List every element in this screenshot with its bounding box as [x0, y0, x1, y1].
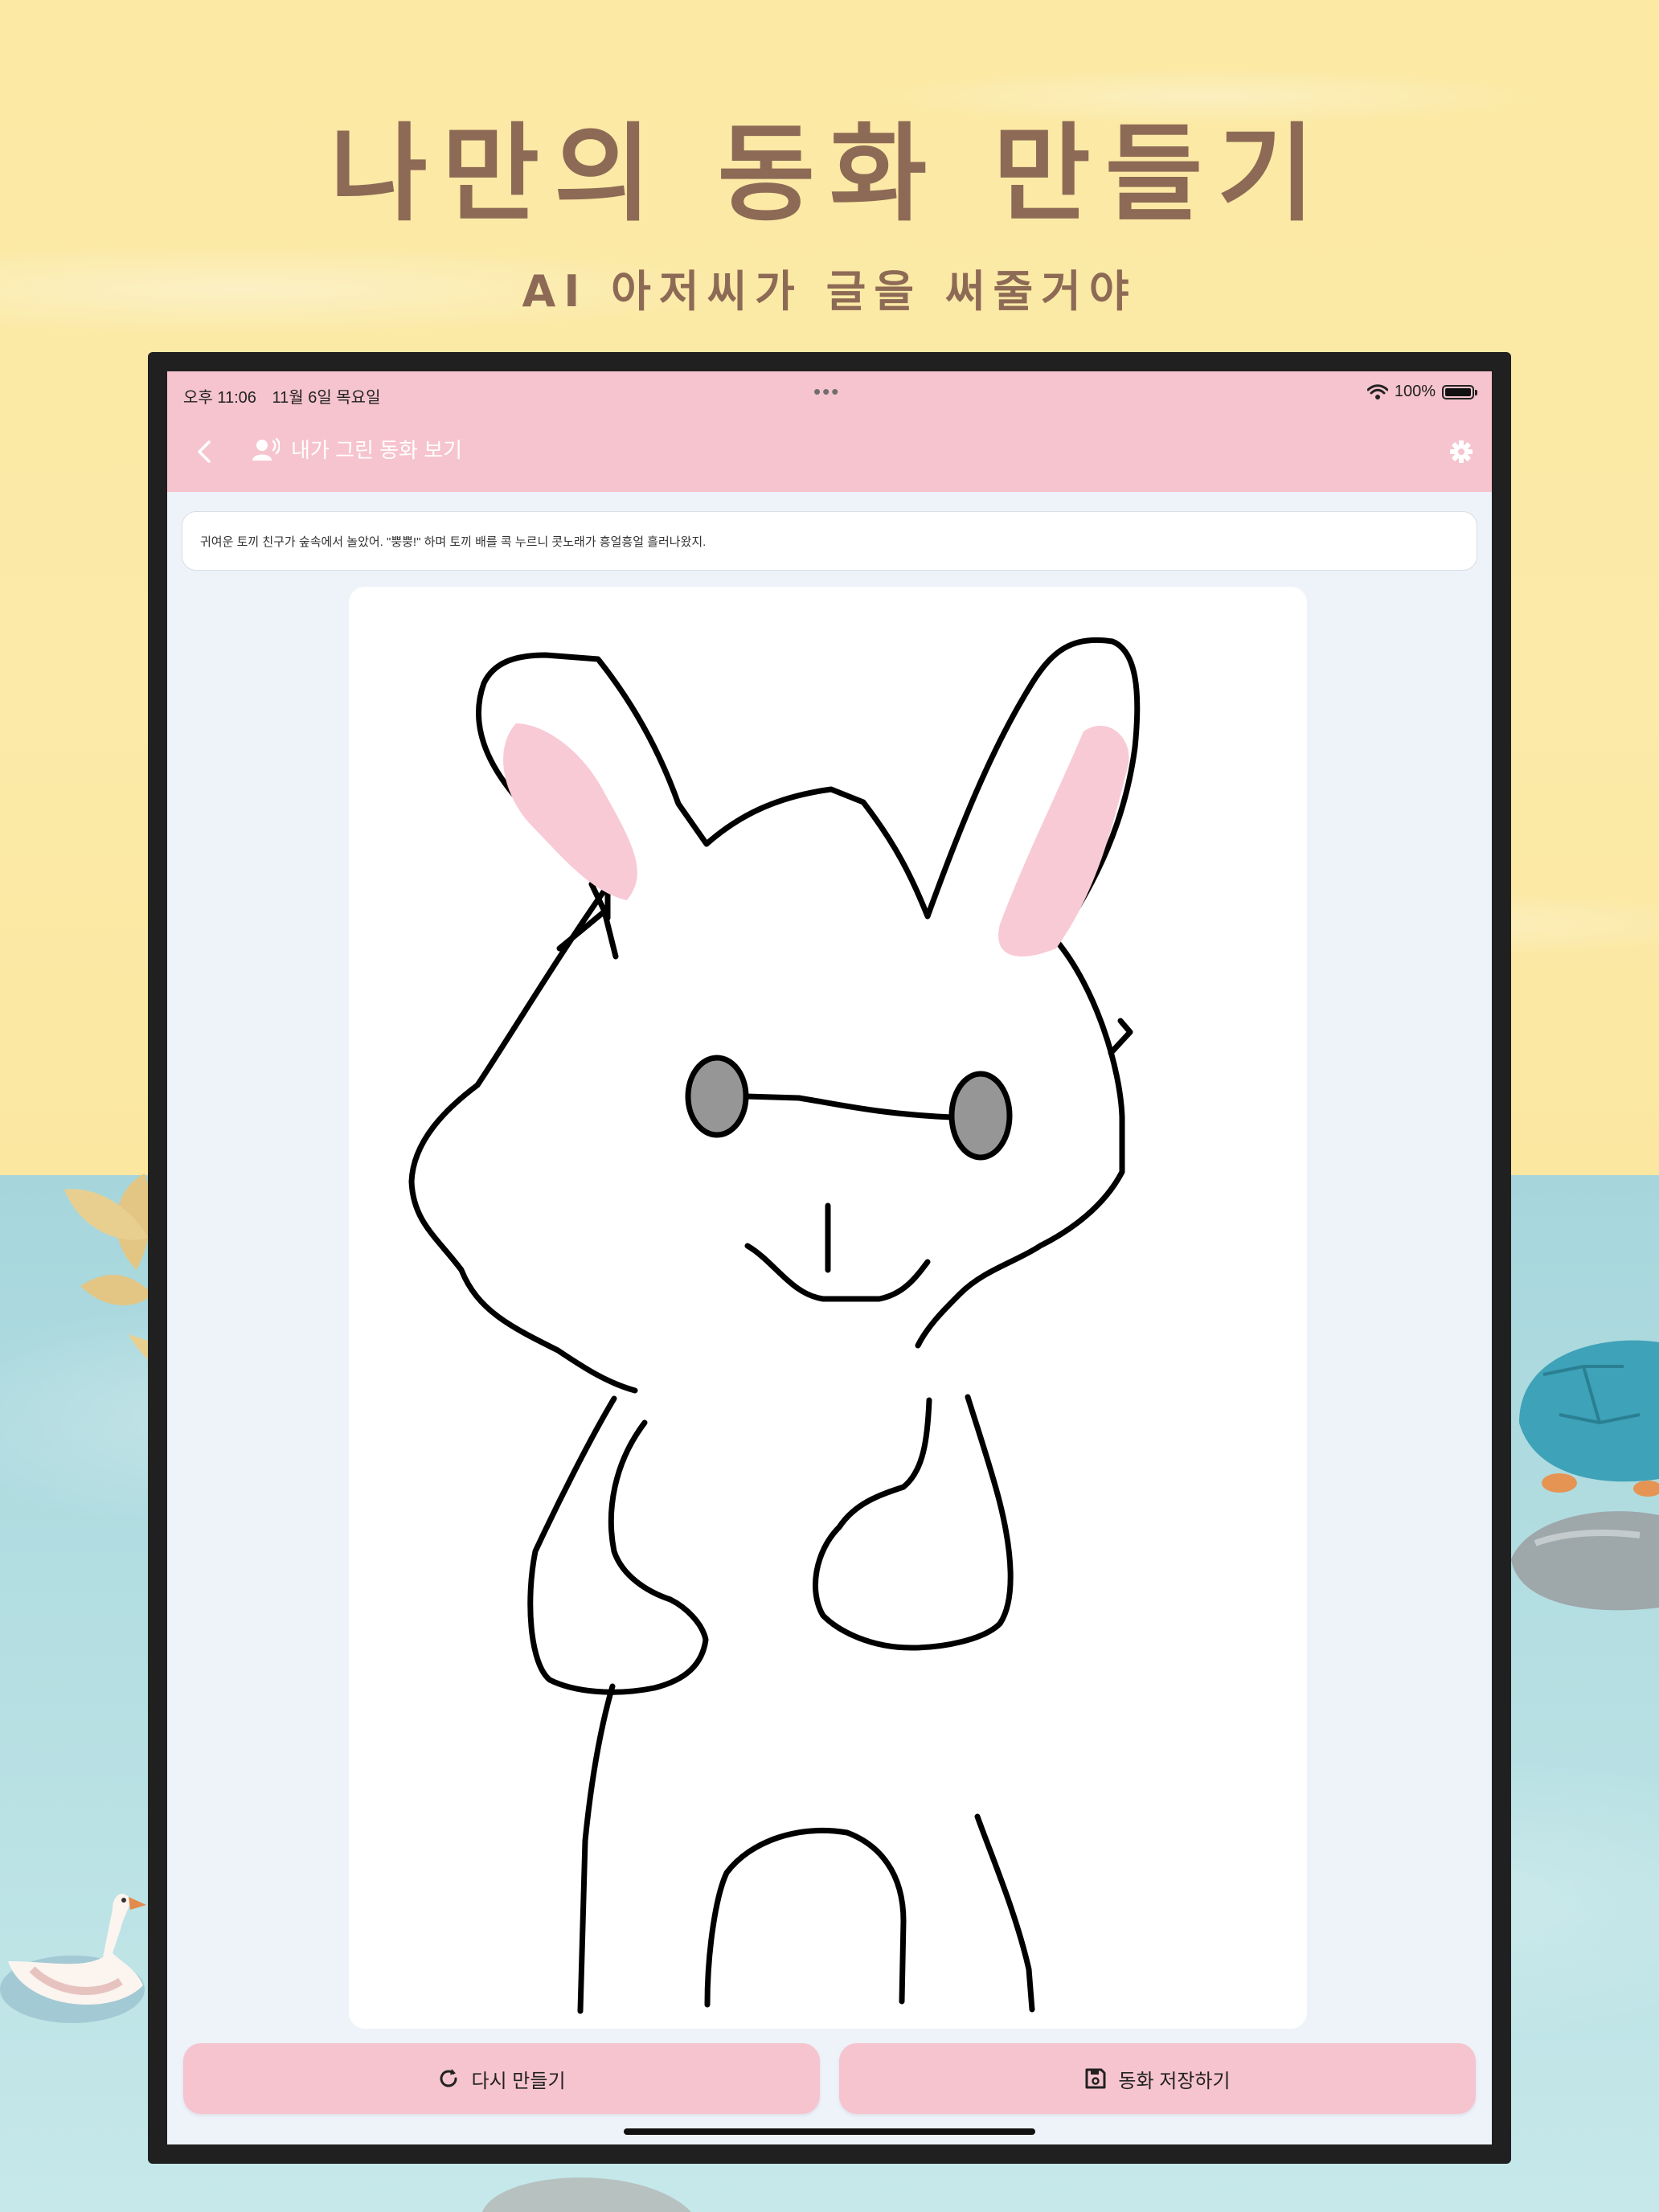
voice-person-icon	[252, 437, 280, 461]
tablet-device: 오후 11:06 11월 6일 목요일 ••• 100% 내가 그린 동화 보기…	[148, 352, 1511, 2164]
home-indicator[interactable]	[624, 2128, 1035, 2135]
rock-decoration	[482, 2177, 691, 2212]
status-indicators: 100%	[1366, 383, 1477, 401]
save-story-button[interactable]: 동화 저장하기	[839, 2043, 1476, 2114]
turtle-decoration	[1511, 1340, 1659, 1611]
floppy-disk-icon	[1085, 2068, 1106, 2089]
story-text-box: 귀여운 토끼 친구가 숲속에서 놀았어. "뿡뿡!" 하며 토끼 배를 콕 누르…	[182, 511, 1477, 571]
promo-title: 나만의 동화 만들기	[330, 113, 1329, 236]
gear-icon	[1450, 440, 1473, 463]
settings-button[interactable]	[1442, 432, 1481, 471]
multitasking-dots-icon[interactable]: •••	[813, 379, 840, 404]
wifi-icon	[1366, 383, 1388, 399]
status-date: 11월 6일 목요일	[272, 389, 381, 407]
back-button[interactable]	[183, 431, 225, 473]
regenerate-label: 다시 만들기	[471, 2070, 566, 2092]
status-time: 오후 11:06	[183, 389, 256, 407]
battery-percent: 100%	[1394, 383, 1436, 400]
refresh-icon	[440, 2069, 457, 2087]
swan-decoration	[0, 1893, 146, 2023]
save-story-label: 동화 저장하기	[1118, 2070, 1231, 2092]
status-time-date: 오후 11:06 11월 6일 목요일	[183, 384, 391, 408]
regenerate-button[interactable]: 다시 만들기	[183, 2043, 820, 2114]
promo-subtitle: AI 아저씨가 글을 써줄거야	[522, 266, 1137, 317]
battery-icon	[1442, 384, 1477, 399]
chevron-left-icon	[198, 440, 211, 463]
app-screen: 오후 11:06 11월 6일 목요일 ••• 100% 내가 그린 동화 보기…	[167, 371, 1492, 2144]
leaf-decoration	[64, 1174, 153, 1366]
nav-bar: 내가 그린 동화 보기	[167, 412, 1492, 492]
nav-title-group: 내가 그린 동화 보기	[252, 434, 462, 464]
status-bar: 오후 11:06 11월 6일 목요일 ••• 100%	[167, 371, 1492, 412]
story-text: 귀여운 토끼 친구가 숲속에서 놀았어. "뿡뿡!" 하며 토끼 배를 콕 누르…	[200, 535, 707, 549]
drawing-card	[349, 587, 1307, 2029]
rabbit-drawing	[408, 637, 1141, 2014]
page-title: 내가 그린 동화 보기	[291, 438, 463, 462]
